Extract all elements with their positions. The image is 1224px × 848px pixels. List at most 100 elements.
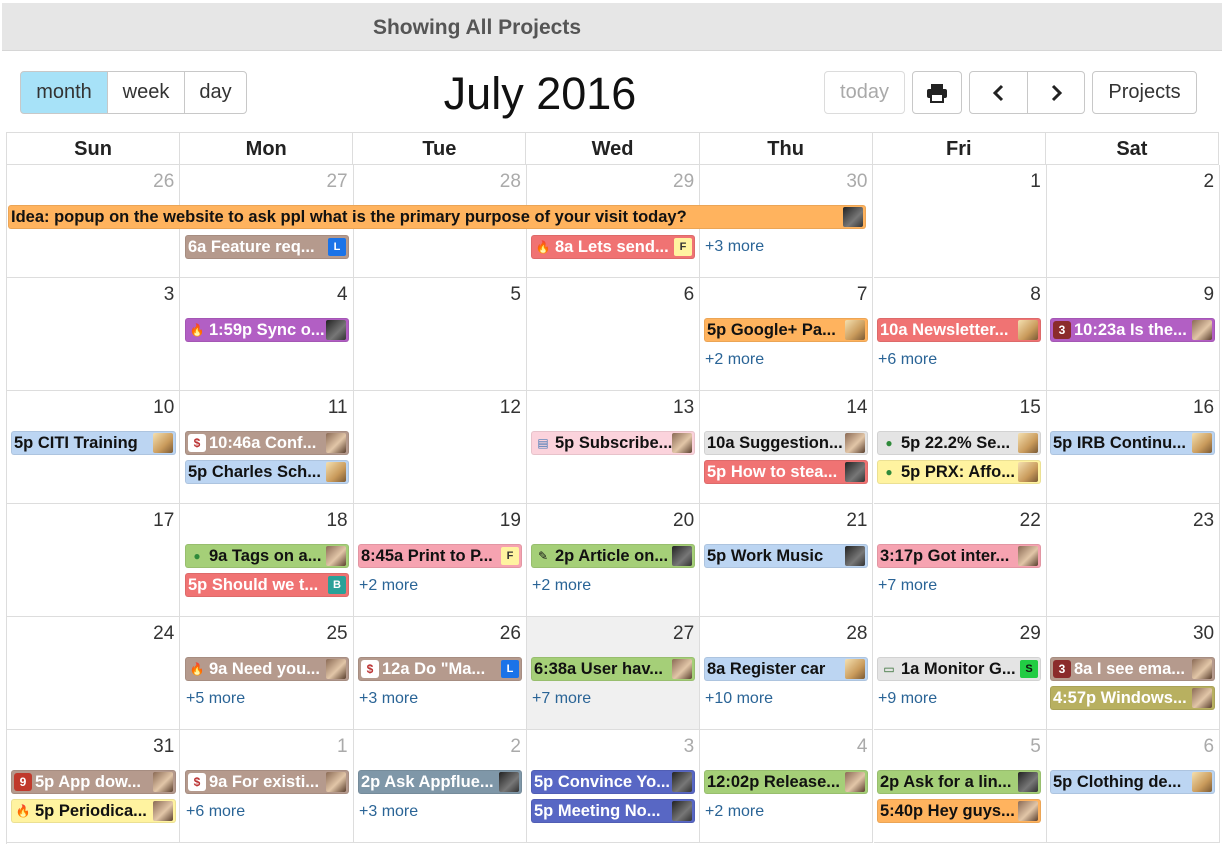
calendar-event[interactable]: 4:57p Windows... xyxy=(1050,686,1215,710)
more-events-link[interactable]: +9 more xyxy=(878,689,937,709)
event-title: 5p Clothing de... xyxy=(1053,773,1182,791)
more-events-link[interactable]: +2 more xyxy=(705,350,764,370)
avatar xyxy=(153,433,173,453)
calendar-event[interactable]: Idea: popup on the website to ask ppl wh… xyxy=(8,205,866,229)
calendar-event[interactable]: $12a Do "Ma... L xyxy=(358,657,522,681)
calendar-event[interactable]: 5p Meeting No... xyxy=(531,799,695,823)
calendar-event[interactable]: ● 9a Tags on a... xyxy=(185,544,349,568)
event-title: 1:59p Sync o... xyxy=(209,321,325,339)
calendar-event[interactable]: 6a Feature req... L xyxy=(185,235,349,259)
calendar-event[interactable]: 5p Charles Sch... xyxy=(185,460,349,484)
calendar-event[interactable]: 5p Google+ Pa... xyxy=(704,318,868,342)
more-events-link[interactable]: +5 more xyxy=(186,689,245,709)
day-number: 23 xyxy=(1192,510,1215,531)
avatar xyxy=(1192,320,1212,340)
day-number: 6 xyxy=(683,284,695,305)
event-title: 6a Feature req... xyxy=(188,238,315,256)
event-title: 2p Ask for a lin... xyxy=(880,773,1012,791)
calendar-event[interactable]: ✎ 2p Article on... xyxy=(531,544,695,568)
calendar-event[interactable]: 🔥 9a Need you... xyxy=(185,657,349,681)
avatar xyxy=(672,659,692,679)
event-title: 10a Suggestion... xyxy=(707,434,843,452)
more-events-link[interactable]: +2 more xyxy=(359,576,418,596)
calendar-event[interactable]: 10a Suggestion... xyxy=(704,431,868,455)
calendar-event[interactable]: 3 8a I see ema... xyxy=(1050,657,1215,681)
more-events-link[interactable]: +2 more xyxy=(705,802,764,822)
more-events-link[interactable]: +3 more xyxy=(359,802,418,822)
day-number: 28 xyxy=(846,623,868,644)
day-view-button[interactable]: day xyxy=(184,71,247,114)
day-cell[interactable]: 24 xyxy=(7,617,181,730)
day-number: 7 xyxy=(856,284,868,305)
calendar-event[interactable]: 5p CITI Training xyxy=(11,431,176,455)
more-events-link[interactable]: +10 more xyxy=(705,689,773,709)
calendar-event[interactable]: 🔥 1:59p Sync o... xyxy=(185,318,349,342)
calendar-event[interactable]: 6:38a User hav... xyxy=(531,657,695,681)
calendar-event[interactable]: 10a Newsletter... xyxy=(877,318,1041,342)
calendar-event[interactable]: ● 5p 22.2% Se... xyxy=(877,431,1041,455)
calendar-event[interactable]: 2p Ask Appflue... xyxy=(358,770,522,794)
more-events-link[interactable]: +2 more xyxy=(532,576,591,596)
calendar-event[interactable]: 3 10:23a Is the... xyxy=(1050,318,1215,342)
tag-badge: S xyxy=(1020,660,1038,678)
calendar-event[interactable]: ▭ 1a Monitor G... S xyxy=(877,657,1041,681)
calendar-event[interactable]: $10:46a Conf... xyxy=(185,431,349,455)
calendar-event[interactable]: $9a For existi... xyxy=(185,770,349,794)
calendar-event[interactable]: 9 5p App dow... xyxy=(11,770,176,794)
calendar-event[interactable]: 2p Ask for a lin... xyxy=(877,770,1041,794)
day-cell[interactable]: 2 xyxy=(1046,165,1221,278)
more-events-link[interactable]: +7 more xyxy=(878,576,937,596)
event-title: 4:57p Windows... xyxy=(1053,689,1187,707)
next-month-button[interactable] xyxy=(1027,71,1085,114)
weekday-header: Sun Mon Tue Wed Thu Fri Sat xyxy=(7,133,1219,165)
calendar-event[interactable]: 5p How to stea... xyxy=(704,460,868,484)
more-events-link[interactable]: +6 more xyxy=(186,802,245,822)
more-events-link[interactable]: +3 more xyxy=(705,237,764,257)
week-view-button[interactable]: week xyxy=(107,71,185,114)
event-title: 8:45a Print to P... xyxy=(361,547,493,565)
calendar-event[interactable]: 5p IRB Continu... xyxy=(1050,431,1215,455)
day-number: 8 xyxy=(1030,284,1041,305)
day-cell[interactable]: 1 xyxy=(873,165,1047,278)
avatar xyxy=(672,546,692,566)
weekday-thu: Thu xyxy=(699,133,873,165)
day-cell[interactable]: 12 xyxy=(353,391,527,504)
calendar-event[interactable]: ▤ 5p Subscribe... xyxy=(531,431,695,455)
more-events-link[interactable]: +7 more xyxy=(532,689,591,709)
project-filter-banner: Showing All Projects xyxy=(2,3,1222,51)
event-title: 5p 22.2% Se... xyxy=(901,434,1011,452)
month-view-button[interactable]: month xyxy=(20,71,108,114)
calendar-event[interactable]: 5:40p Hey guys... xyxy=(877,799,1041,823)
day-cell[interactable]: 17 xyxy=(7,504,181,617)
event-title: 5p PRX: Affo... xyxy=(901,463,1015,481)
avatar xyxy=(326,659,346,679)
print-button[interactable] xyxy=(912,71,962,114)
calendar-event[interactable]: 8:45a Print to P... F xyxy=(358,544,522,568)
today-button[interactable]: today xyxy=(824,71,905,114)
more-events-link[interactable]: +6 more xyxy=(878,350,937,370)
day-cell[interactable]: 5 xyxy=(353,278,527,391)
projects-button[interactable]: Projects xyxy=(1092,71,1197,114)
calendar-event[interactable]: 3:17p Got inter... xyxy=(877,544,1041,568)
calendar-event[interactable]: 12:02p Release... xyxy=(704,770,868,794)
previous-month-button[interactable] xyxy=(969,71,1028,114)
day-cell[interactable]: 3 xyxy=(7,278,181,391)
calendar-event[interactable]: 🔥 8a Lets send... F xyxy=(531,235,695,259)
event-title: 3:17p Got inter... xyxy=(880,547,1010,565)
calendar-event[interactable]: 5p Convince Yo... xyxy=(531,770,695,794)
day-cell[interactable]: 23 xyxy=(1046,504,1221,617)
day-number: 25 xyxy=(326,623,348,644)
weekday-fri: Fri xyxy=(872,133,1046,165)
calendar-event[interactable]: 5p Should we t... B xyxy=(185,573,349,597)
calendar-event[interactable]: 8a Register car xyxy=(704,657,868,681)
more-events-link[interactable]: +3 more xyxy=(359,689,418,709)
avatar xyxy=(845,772,865,792)
fire-icon: 🔥 xyxy=(189,323,205,337)
calendar-event[interactable]: 5p Work Music xyxy=(704,544,868,568)
day-cell[interactable]: 6 xyxy=(526,278,701,391)
calendar-event[interactable]: ● 5p PRX: Affo... xyxy=(877,460,1041,484)
calendar-event[interactable]: 5p Clothing de... xyxy=(1050,770,1215,794)
event-title: 5:40p Hey guys... xyxy=(880,802,1015,820)
calendar-event[interactable]: 🔥 5p Periodica... xyxy=(11,799,176,823)
event-title: Idea: popup on the website to ask ppl wh… xyxy=(11,208,687,226)
